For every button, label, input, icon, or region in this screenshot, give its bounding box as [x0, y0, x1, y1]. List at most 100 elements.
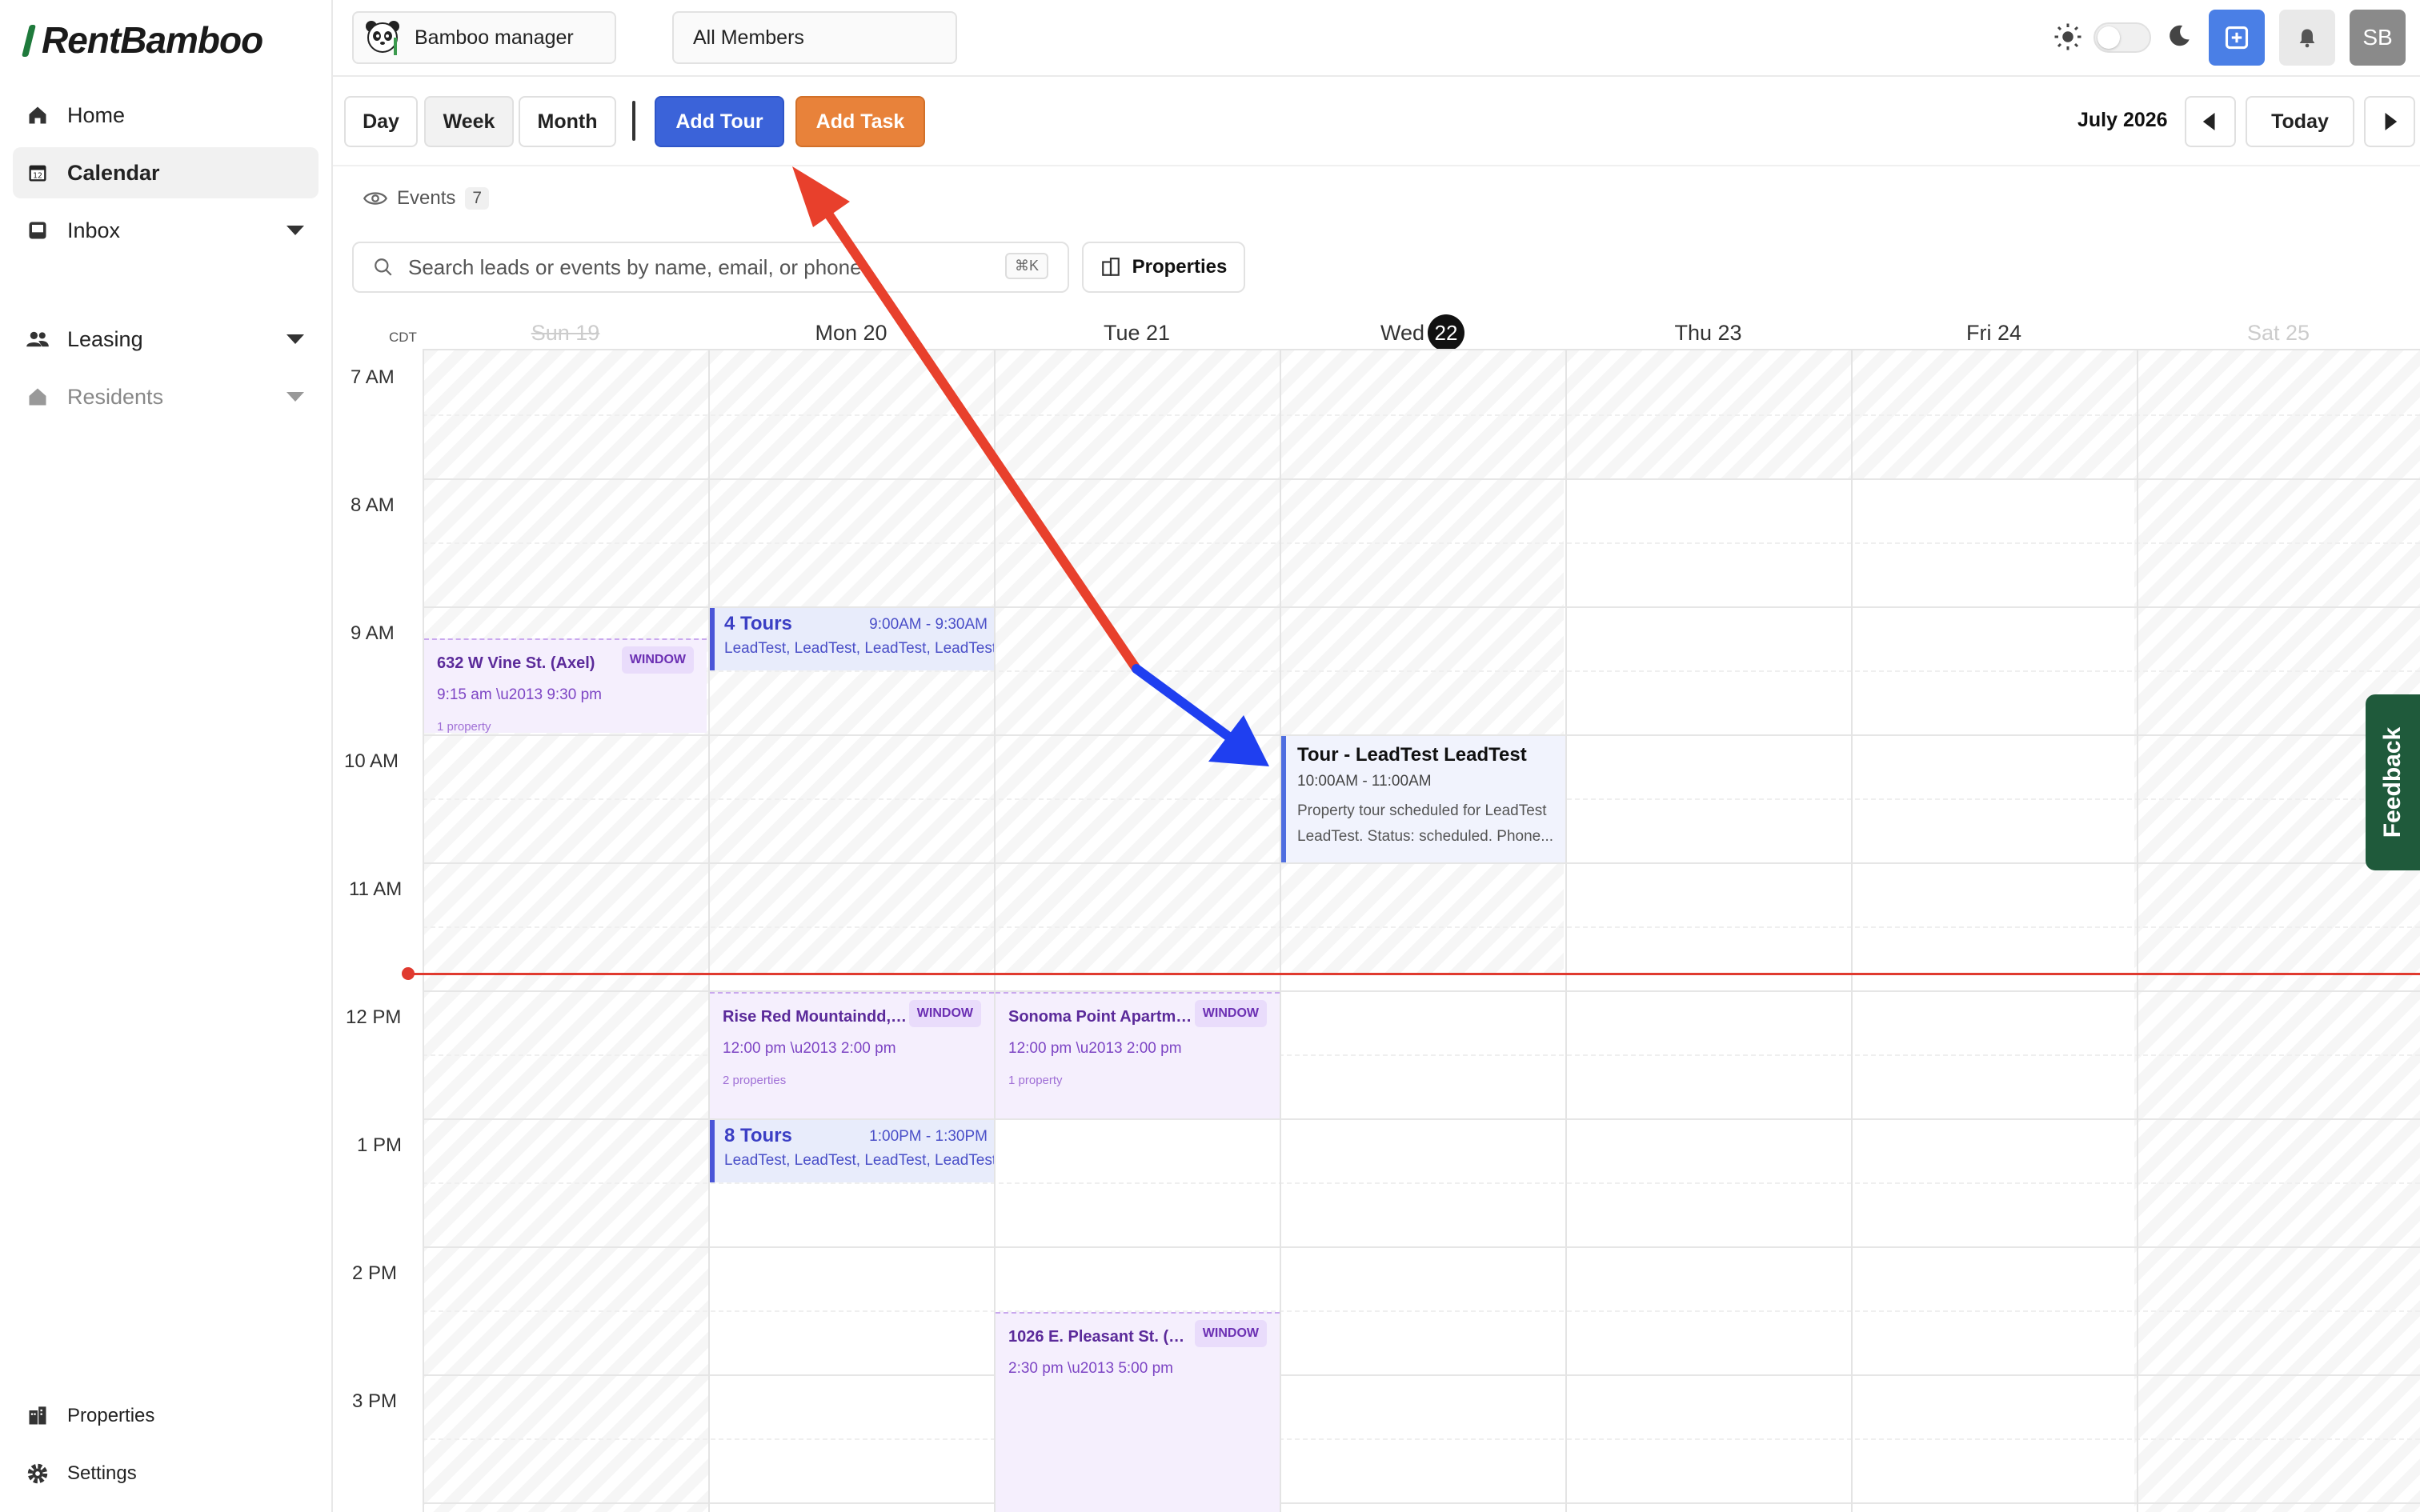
- red-annotation-arrow-head: [792, 166, 850, 227]
- day-header-fri[interactable]: Fri 24: [1851, 315, 2137, 350]
- timezone-label: CDT: [389, 330, 417, 345]
- sidebar-item-label: Leasing: [67, 326, 143, 351]
- sidebar-item-settings[interactable]: Settings: [13, 1448, 319, 1499]
- search-shortcut: ⌘K: [1004, 253, 1048, 279]
- window-badge: WINDOW: [908, 1000, 981, 1027]
- event-time: 9:15 am \u2013 9:30 pm: [437, 686, 602, 703]
- hour-label: 12 PM: [346, 1006, 402, 1028]
- event-time: 1:00PM - 1:30PM: [869, 1128, 988, 1145]
- today-button[interactable]: Today: [2246, 96, 2354, 147]
- sidebar-item-residents[interactable]: Residents: [13, 371, 319, 422]
- time-grid[interactable]: 632 W Vine St. (Axel) WINDOW 9:15 am \u2…: [423, 349, 2420, 1512]
- availability-window-event[interactable]: Sonoma Point Apartme... WINDOW 12:00 pm …: [996, 992, 1280, 1118]
- hour-line: [423, 478, 2420, 480]
- window-badge: WINDOW: [621, 646, 694, 674]
- tour-event[interactable]: Tour - LeadTest LeadTest 10:00AM - 11:00…: [1281, 736, 1565, 862]
- day-divider: [1565, 350, 1567, 1512]
- add-tour-button[interactable]: Add Tour: [655, 96, 784, 147]
- bamboo-logo-icon: [21, 22, 35, 58]
- sidebar-item-label: Inbox: [67, 218, 121, 242]
- sidebar-item-leasing[interactable]: Leasing: [13, 314, 319, 365]
- today-indicator: 22: [1428, 314, 1465, 351]
- day-header-thu[interactable]: Thu 23: [1565, 315, 1851, 350]
- sidebar-item-inbox[interactable]: Inbox: [13, 205, 319, 256]
- day-header-label: Wed: [1380, 320, 1425, 345]
- event-title: 632 W Vine St. (Axel): [437, 654, 595, 672]
- search-input[interactable]: Search leads or events by name, email, o…: [352, 242, 1069, 293]
- hour-label: 9 AM: [351, 622, 395, 644]
- view-day-button[interactable]: Day: [344, 96, 418, 147]
- day-header-wed[interactable]: Wed 22: [1280, 314, 1565, 351]
- svg-text:12: 12: [33, 171, 42, 180]
- feedback-tab[interactable]: Feedback: [2366, 694, 2420, 870]
- half-hour-line: [423, 1182, 2420, 1184]
- availability-window-event[interactable]: Rise Red Mountaindd,(... WINDOW 12:00 pm…: [710, 992, 994, 1118]
- sidebar-item-properties[interactable]: Properties: [13, 1390, 319, 1442]
- hour-line: [423, 1502, 2420, 1504]
- tour-group-event[interactable]: 8 Tours 1:00PM - 1:30PM LeadTest, LeadTe…: [710, 1120, 994, 1182]
- half-hour-line: [423, 1310, 2420, 1312]
- rentbamboo-logo[interactable]: RentBamboo: [21, 18, 263, 62]
- home-icon: [24, 102, 51, 129]
- feedback-label: Feedback: [2379, 726, 2406, 838]
- search-placeholder: Search leads or events by name, email, o…: [408, 254, 862, 279]
- past-day-column: [423, 350, 708, 1512]
- properties-filter-label: Properties: [1132, 256, 1228, 278]
- half-hour-line: [423, 670, 2420, 672]
- next-week-button[interactable]: [2364, 96, 2415, 147]
- previous-week-button[interactable]: [2185, 96, 2236, 147]
- event-time: 12:00 pm \u2013 2:00 pm: [1008, 1040, 1182, 1057]
- view-month-button[interactable]: Month: [519, 96, 616, 147]
- chevron-down-icon: [286, 392, 304, 402]
- sidebar: RentBamboo Home 12 Calendar Inbox Leasin…: [0, 0, 333, 1512]
- chevron-down-icon: [286, 334, 304, 344]
- event-attendees: LeadTest, LeadTest, LeadTest, LeadTest: [724, 1152, 994, 1169]
- sidebar-item-home[interactable]: Home: [13, 90, 319, 141]
- week-calendar: CDT Sun 19 Mon 20 Tue 21 Wed 22 Thu 23 F…: [333, 307, 2420, 1512]
- day-divider: [423, 350, 424, 1512]
- building-icon: [1101, 258, 1120, 276]
- hour-label: 3 PM: [352, 1390, 398, 1412]
- logo-text: RentBamboo: [42, 19, 263, 61]
- day-divider: [1280, 350, 1281, 1512]
- day-header-tue[interactable]: Tue 21: [994, 315, 1280, 350]
- past-day-column: [2134, 350, 2420, 1512]
- members-filter[interactable]: All Members: [672, 11, 957, 64]
- theme-toggle[interactable]: [2093, 22, 2151, 53]
- top-bar: Bamboo manager All Members SB: [333, 0, 2420, 77]
- add-task-button[interactable]: Add Task: [795, 96, 925, 147]
- events-label: Events: [397, 187, 456, 209]
- bell-icon: [2299, 29, 2315, 48]
- events-visibility-toggle[interactable]: Events 7: [363, 182, 490, 214]
- day-header-mon[interactable]: Mon 20: [708, 315, 994, 350]
- half-hour-line: [423, 414, 2420, 416]
- event-title: 1026 E. Pleasant St. (Su...: [1008, 1328, 1192, 1346]
- availability-window-event[interactable]: 1026 E. Pleasant St. (Su... WINDOW 2:30 …: [996, 1312, 1280, 1512]
- day-header-sat[interactable]: Sat 25: [2137, 315, 2420, 350]
- house-icon: [24, 383, 51, 410]
- quick-add-button[interactable]: [2209, 10, 2265, 66]
- users-icon: [24, 326, 51, 353]
- chevron-down-icon: [286, 226, 304, 235]
- plus-square-icon: [2225, 26, 2249, 50]
- event-title: Rise Red Mountaindd,(...: [723, 1008, 907, 1026]
- view-week-button[interactable]: Week: [424, 96, 514, 147]
- account-name: Bamboo manager: [415, 26, 574, 49]
- sidebar-item-calendar[interactable]: 12 Calendar: [13, 147, 319, 198]
- day-divider: [2137, 350, 2138, 1512]
- current-time-line: [407, 973, 2420, 975]
- tour-group-event[interactable]: 4 Tours 9:00AM - 9:30AM LeadTest, LeadTe…: [710, 608, 994, 670]
- properties-filter-button[interactable]: Properties: [1082, 242, 1245, 293]
- day-header-sun[interactable]: Sun 19: [423, 315, 708, 350]
- window-badge: WINDOW: [1194, 1320, 1267, 1347]
- availability-window-event[interactable]: 632 W Vine St. (Axel) WINDOW 9:15 am \u2…: [424, 638, 707, 733]
- notifications-button[interactable]: [2279, 10, 2335, 66]
- sidebar-item-label: Home: [67, 102, 126, 127]
- eye-icon: [363, 192, 387, 205]
- user-avatar[interactable]: SB: [2350, 10, 2406, 66]
- event-property-count: 1 property: [1008, 1074, 1063, 1087]
- account-selector[interactable]: Bamboo manager: [352, 11, 616, 64]
- events-count-badge: 7: [465, 187, 490, 210]
- toolbar-divider: [632, 101, 635, 141]
- event-time: 2:30 pm \u2013 5:00 pm: [1008, 1360, 1173, 1377]
